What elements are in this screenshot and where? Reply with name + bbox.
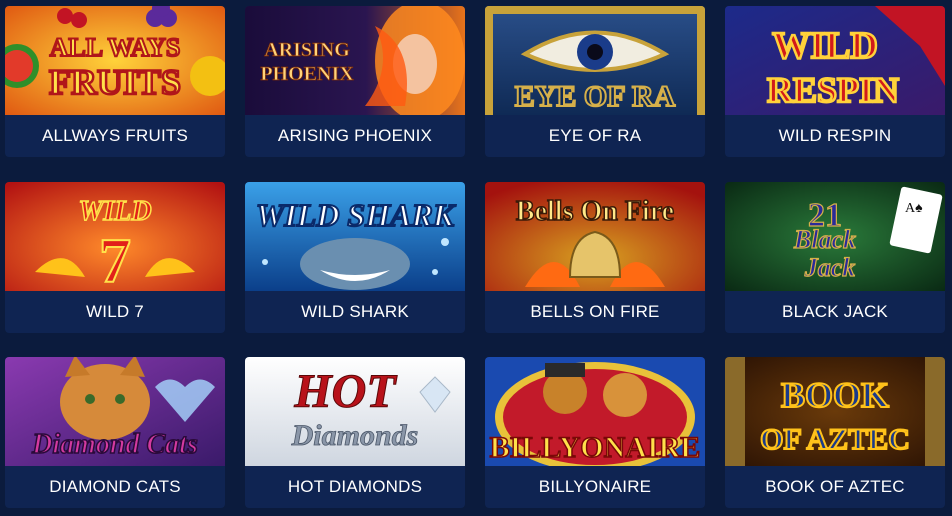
art-title-line-1: ALL WAYS [50,33,181,62]
svg-text:A♠: A♠ [905,201,923,216]
game-thumbnail[interactable]: Bells On Fire [485,182,705,291]
art-title-line-2: Diamonds [291,419,419,452]
game-card-diamond-cats[interactable]: Diamond Cats DIAMOND CATS [5,357,225,508]
art-title-line-2: FRUITS [49,62,181,102]
game-title[interactable]: ARISING PHOENIX [245,115,465,157]
game-thumbnail[interactable]: EYE OF RA [485,6,705,115]
game-thumbnail[interactable]: BILLYONAIRE [485,357,705,466]
art-title-line-1: WILD [772,25,878,67]
game-card-wild-shark[interactable]: WILD SHARK WILD SHARK [245,182,465,333]
game-card-billyonaire[interactable]: BILLYONAIRE BILLYONAIRE [485,357,705,508]
art-title-line-1: WILD [78,196,151,227]
game-title[interactable]: ALLWAYS FRUITS [5,115,225,157]
art-title-line-1: BOOK [781,375,889,415]
game-title[interactable]: DIAMOND CATS [5,466,225,508]
game-thumbnail[interactable]: WILD 7 [5,182,225,291]
game-card-wild-respin[interactable]: WILD RESPIN WILD RESPIN [725,6,945,157]
art-title-line-2: PHOENIX [260,63,354,85]
game-card-hot-diamonds[interactable]: HOT Diamonds HOT DIAMONDS [245,357,465,508]
game-title[interactable]: BILLYONAIRE [485,466,705,508]
art-title: BILLYONAIRE [490,431,701,464]
game-card-bells-on-fire[interactable]: Bells On Fire BELLS ON FIRE [485,182,705,333]
art-title: EYE OF RA [515,80,676,113]
game-title[interactable]: BELLS ON FIRE [485,291,705,333]
art-title-line-1: HOT [293,365,397,418]
art-title-line-2: OF AZTEC [760,423,910,456]
art-title-line-2: Jack [804,253,856,282]
art-title-line-2: RESPIN [767,70,899,110]
game-title[interactable]: WILD SHARK [245,291,465,333]
art-title: Bells On Fire [516,196,674,227]
art-title: Diamond Cats [31,429,198,460]
game-card-book-of-aztec[interactable]: BOOK OF AZTEC BOOK OF AZTEC [725,357,945,508]
game-grid: ALL WAYS FRUITS ALLWAYS FRUITS ARISING P… [0,0,952,516]
art-title-line-1: ARISING [264,39,350,61]
game-title[interactable]: WILD RESPIN [725,115,945,157]
game-thumbnail[interactable]: WILD RESPIN [725,6,945,115]
game-title[interactable]: HOT DIAMONDS [245,466,465,508]
game-thumbnail[interactable]: ALL WAYS FRUITS [5,6,225,115]
game-thumbnail[interactable]: HOT Diamonds [245,357,465,466]
game-thumbnail[interactable]: BOOK OF AZTEC [725,357,945,466]
game-thumbnail[interactable]: A♠ 21 Black Jack [725,182,945,291]
game-thumbnail[interactable]: ARISING PHOENIX [245,6,465,115]
game-title[interactable]: WILD 7 [5,291,225,333]
game-title[interactable]: EYE OF RA [485,115,705,157]
game-thumbnail[interactable]: Diamond Cats [5,357,225,466]
game-card-wild-7[interactable]: WILD 7 WILD 7 [5,182,225,333]
game-title[interactable]: BLACK JACK [725,291,945,333]
game-card-eye-of-ra[interactable]: EYE OF RA EYE OF RA [485,6,705,157]
art-title-line-1: Black [793,225,856,254]
game-card-black-jack[interactable]: A♠ 21 Black Jack BLACK JACK [725,182,945,333]
art-title-line-2: 7 [99,225,131,291]
art-title: WILD SHARK [256,197,457,233]
game-thumbnail[interactable]: WILD SHARK [245,182,465,291]
game-card-arising-phoenix[interactable]: ARISING PHOENIX ARISING PHOENIX [245,6,465,157]
game-title[interactable]: BOOK OF AZTEC [725,466,945,508]
game-card-allways-fruits[interactable]: ALL WAYS FRUITS ALLWAYS FRUITS [5,6,225,157]
